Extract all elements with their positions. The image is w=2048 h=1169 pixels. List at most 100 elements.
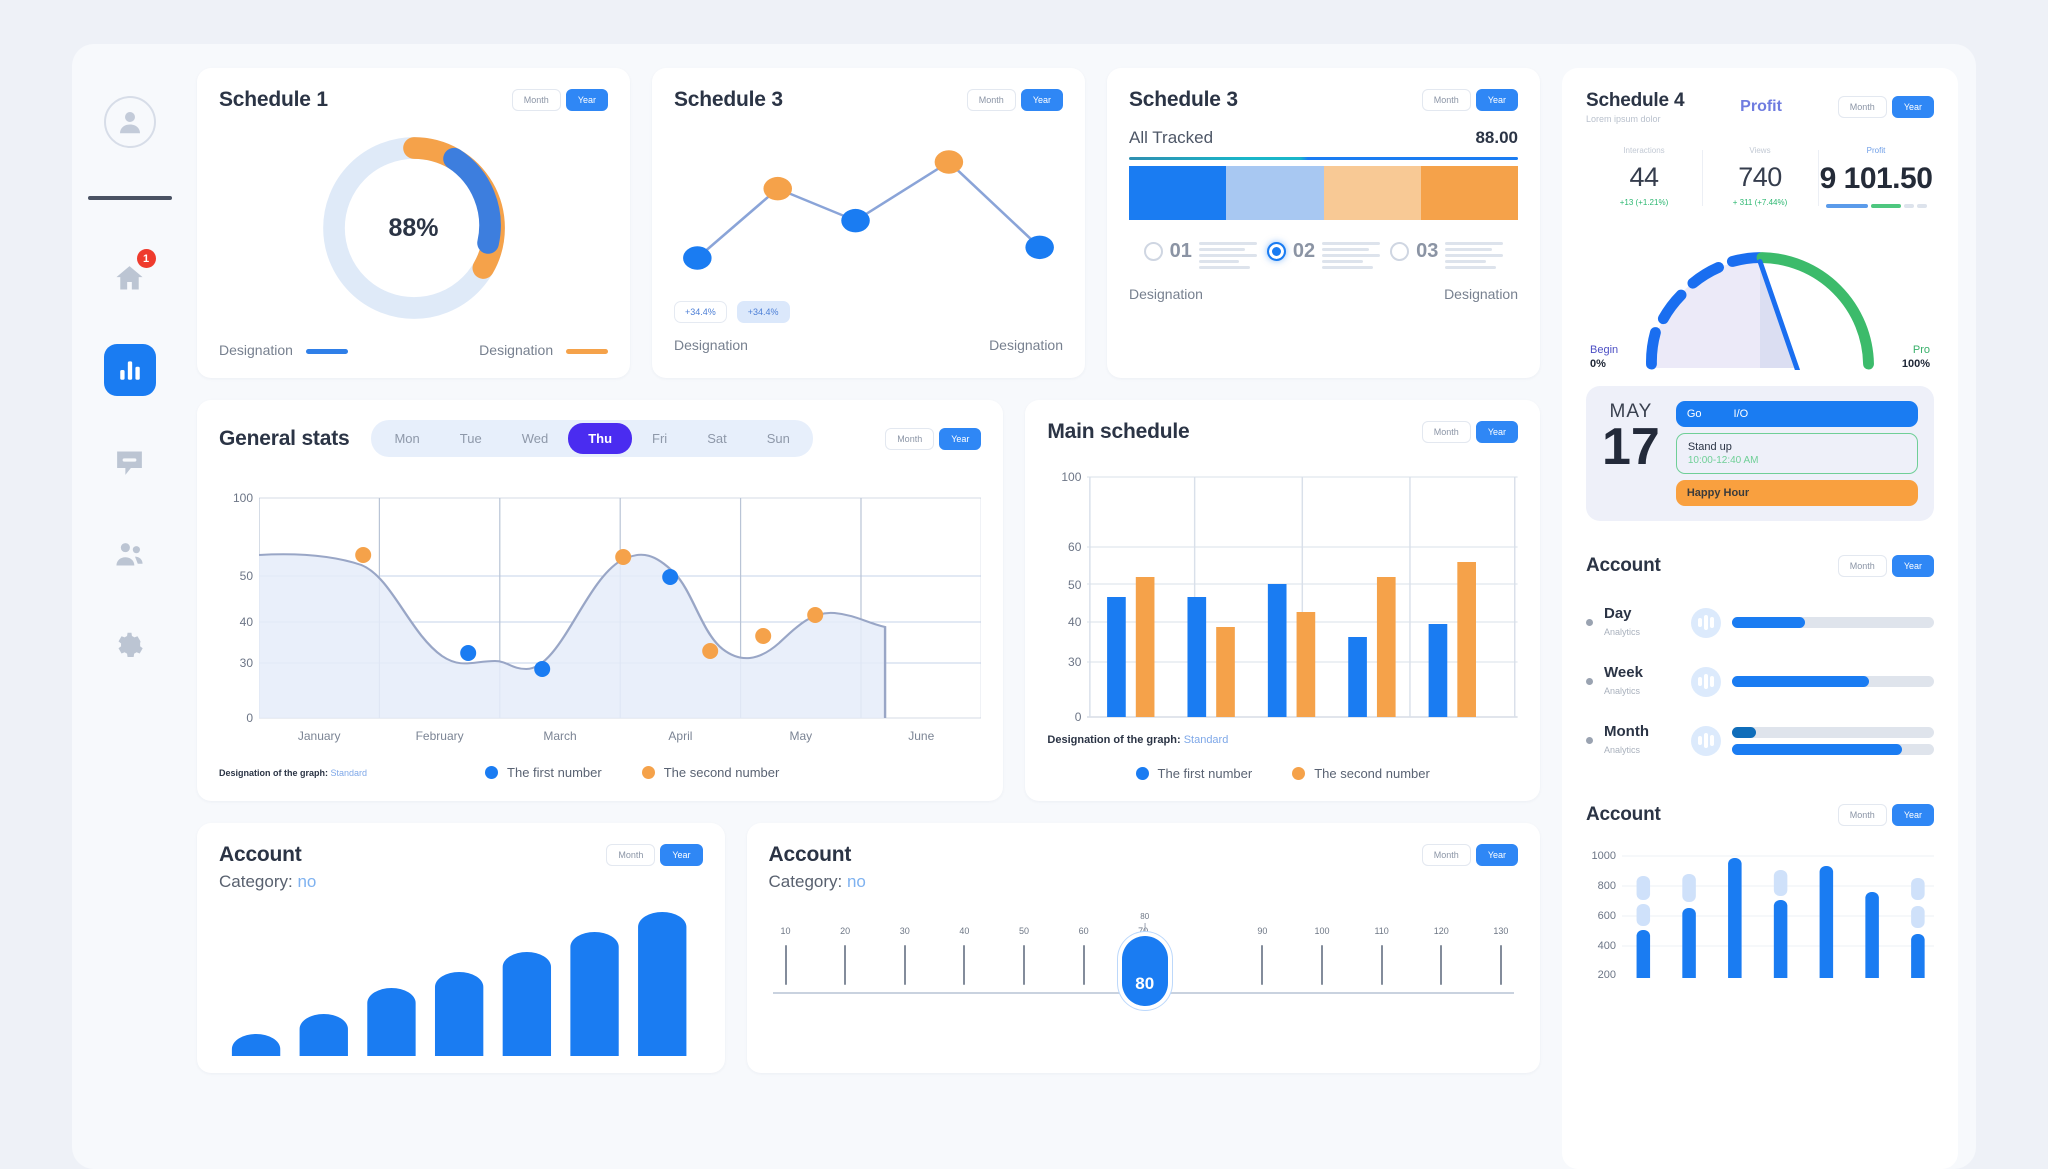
y-tick: 30	[239, 656, 253, 671]
radio-option-01[interactable]: 01	[1143, 240, 1257, 272]
card-title: Account	[219, 843, 302, 866]
ruler-tick: 10	[773, 926, 799, 985]
card-title: Account	[1586, 804, 1661, 825]
tab-tue[interactable]: Tue	[440, 423, 502, 454]
month-button[interactable]: Month	[1421, 89, 1471, 111]
dashboard-app: 1 Schedule 1 Month Year 88% Designation …	[72, 44, 1976, 1169]
year-button[interactable]: Year	[1475, 844, 1518, 866]
event-time: 10:00-12:40 AM	[1687, 455, 1759, 466]
kpi-value: 740	[1738, 162, 1782, 192]
kpi-delta: + 311 (+7.44%)	[1732, 198, 1788, 207]
kpi-delta: +13 (+1.21%)	[1619, 198, 1669, 207]
month-button[interactable]: Month	[511, 89, 561, 111]
ruler-tick: 120	[1428, 926, 1454, 985]
calendar-event[interactable]: Go I/O	[1675, 401, 1918, 427]
x-tick: March	[543, 729, 577, 743]
delta-badge: +34.4%	[736, 301, 790, 323]
ruler-tick: 40	[951, 926, 977, 985]
year-button[interactable]: Year	[1891, 555, 1934, 577]
card-title: General stats	[219, 426, 350, 450]
year-button[interactable]: Year	[660, 844, 703, 866]
ruler-tick: 30	[892, 926, 918, 985]
list-item[interactable]: Day Analytics	[1586, 605, 1934, 640]
bottom-row: Account Month Year Category: no Account …	[197, 823, 1540, 1073]
month-button[interactable]: Month	[1837, 96, 1887, 118]
month-button[interactable]: Month	[1837, 555, 1887, 577]
calendar-event[interactable]: Stand up 10:00-12:40 AM	[1675, 433, 1918, 474]
radio-option-02[interactable]: 02	[1266, 240, 1381, 272]
tab-sat[interactable]: Sat	[687, 423, 747, 454]
x-tick: June	[908, 729, 935, 743]
year-button[interactable]: Year	[1020, 89, 1063, 111]
calendar-day: 17	[1602, 418, 1660, 476]
bullet-icon	[1586, 678, 1593, 685]
year-button[interactable]: Year	[939, 427, 982, 450]
month-button[interactable]: Month	[1837, 804, 1887, 826]
donut-percent: 88%	[388, 213, 439, 242]
dashboard-content: Schedule 1 Month Year 88% Designation De…	[187, 44, 1976, 1169]
legend-label: The second number	[1314, 766, 1430, 781]
sidebar-item-settings[interactable]	[104, 620, 156, 672]
legend-swatch	[566, 348, 608, 354]
tab-fri[interactable]: Fri	[632, 423, 687, 454]
account-right-range-toggle: Month Year	[1837, 555, 1934, 577]
month-button[interactable]: Month	[1421, 844, 1471, 866]
x-tick: February	[415, 729, 464, 743]
month-button[interactable]: Month	[606, 844, 656, 866]
legend-label: The second number	[663, 765, 780, 780]
tab-sun[interactable]: Sun	[747, 423, 810, 454]
avatar[interactable]	[103, 96, 156, 148]
profit-link[interactable]: Profit	[1740, 98, 1782, 116]
bar-chart-svg	[1087, 476, 1518, 718]
y-axis: 100 50 40 30 0	[219, 491, 253, 726]
main-schedule-chart: 100 60 50 40 30 0	[1047, 470, 1518, 724]
year-button[interactable]: Year	[1475, 89, 1518, 111]
ruler-tick: 110	[1369, 926, 1395, 985]
month-button[interactable]: Month	[966, 89, 1016, 111]
general-stats-legend: The first number The second number	[485, 765, 779, 780]
list-item[interactable]: Week Analytics	[1586, 664, 1934, 699]
kpi-value: 44	[1629, 162, 1659, 192]
year-button[interactable]: Year	[565, 89, 608, 111]
radio-dot	[1266, 242, 1286, 261]
designation-label: Designation	[989, 337, 1063, 353]
tab-thu[interactable]: Thu	[568, 423, 633, 454]
schedule1-range-toggle: Month Year	[511, 89, 608, 111]
sidebar-item-home[interactable]: 1	[104, 249, 156, 304]
y-tick: 0	[1074, 710, 1082, 724]
line-chart-svg	[683, 150, 1054, 270]
sidebar-item-messages[interactable]	[104, 436, 156, 488]
list-item[interactable]: Month Analytics	[1586, 723, 1934, 758]
kpi-profit: Profit 9 101.50	[1818, 146, 1934, 208]
card-title: Account	[1586, 555, 1661, 576]
sidebar-item-analytics[interactable]	[103, 344, 156, 396]
sidebar-divider	[87, 196, 172, 200]
radio-option-03[interactable]: 03	[1390, 240, 1504, 272]
legend-swatch	[305, 348, 348, 354]
account-right-bottom-header: Account Month Year	[1586, 804, 1934, 826]
slider-ruler[interactable]: 80 10 20 30 40 50 60 70 80 90	[769, 912, 1518, 1006]
y-tick: 1000	[1591, 849, 1616, 862]
segment	[1226, 166, 1324, 220]
month-button[interactable]: Month	[1421, 421, 1471, 443]
calendar-event[interactable]: Happy Hour	[1675, 480, 1918, 506]
schedule4-range-toggle: Month Year	[1837, 96, 1934, 118]
bar-chart-icon	[1691, 607, 1721, 638]
row-progress	[1732, 617, 1934, 628]
main-schedule-header: Main schedule Month Year	[1047, 420, 1518, 444]
legend-label: Designation	[219, 342, 293, 358]
year-button[interactable]: Year	[1891, 96, 1934, 118]
tab-wed[interactable]: Wed	[502, 423, 569, 454]
slider-thumb[interactable]: 80	[1121, 936, 1168, 1006]
month-button[interactable]: Month	[885, 427, 935, 450]
ruler-tick: 60	[1071, 926, 1097, 985]
ruler-tick: 50	[1011, 926, 1037, 985]
sidebar-item-users[interactable]	[104, 528, 156, 580]
year-button[interactable]: Year	[1475, 421, 1518, 443]
account-bars-header: Account Month Year	[219, 843, 703, 867]
event-extra: I/O	[1733, 408, 1749, 420]
tab-mon[interactable]: Mon	[374, 423, 439, 454]
y-tick: 40	[239, 614, 253, 629]
legend-label: The first number	[507, 765, 602, 780]
year-button[interactable]: Year	[1891, 804, 1934, 826]
